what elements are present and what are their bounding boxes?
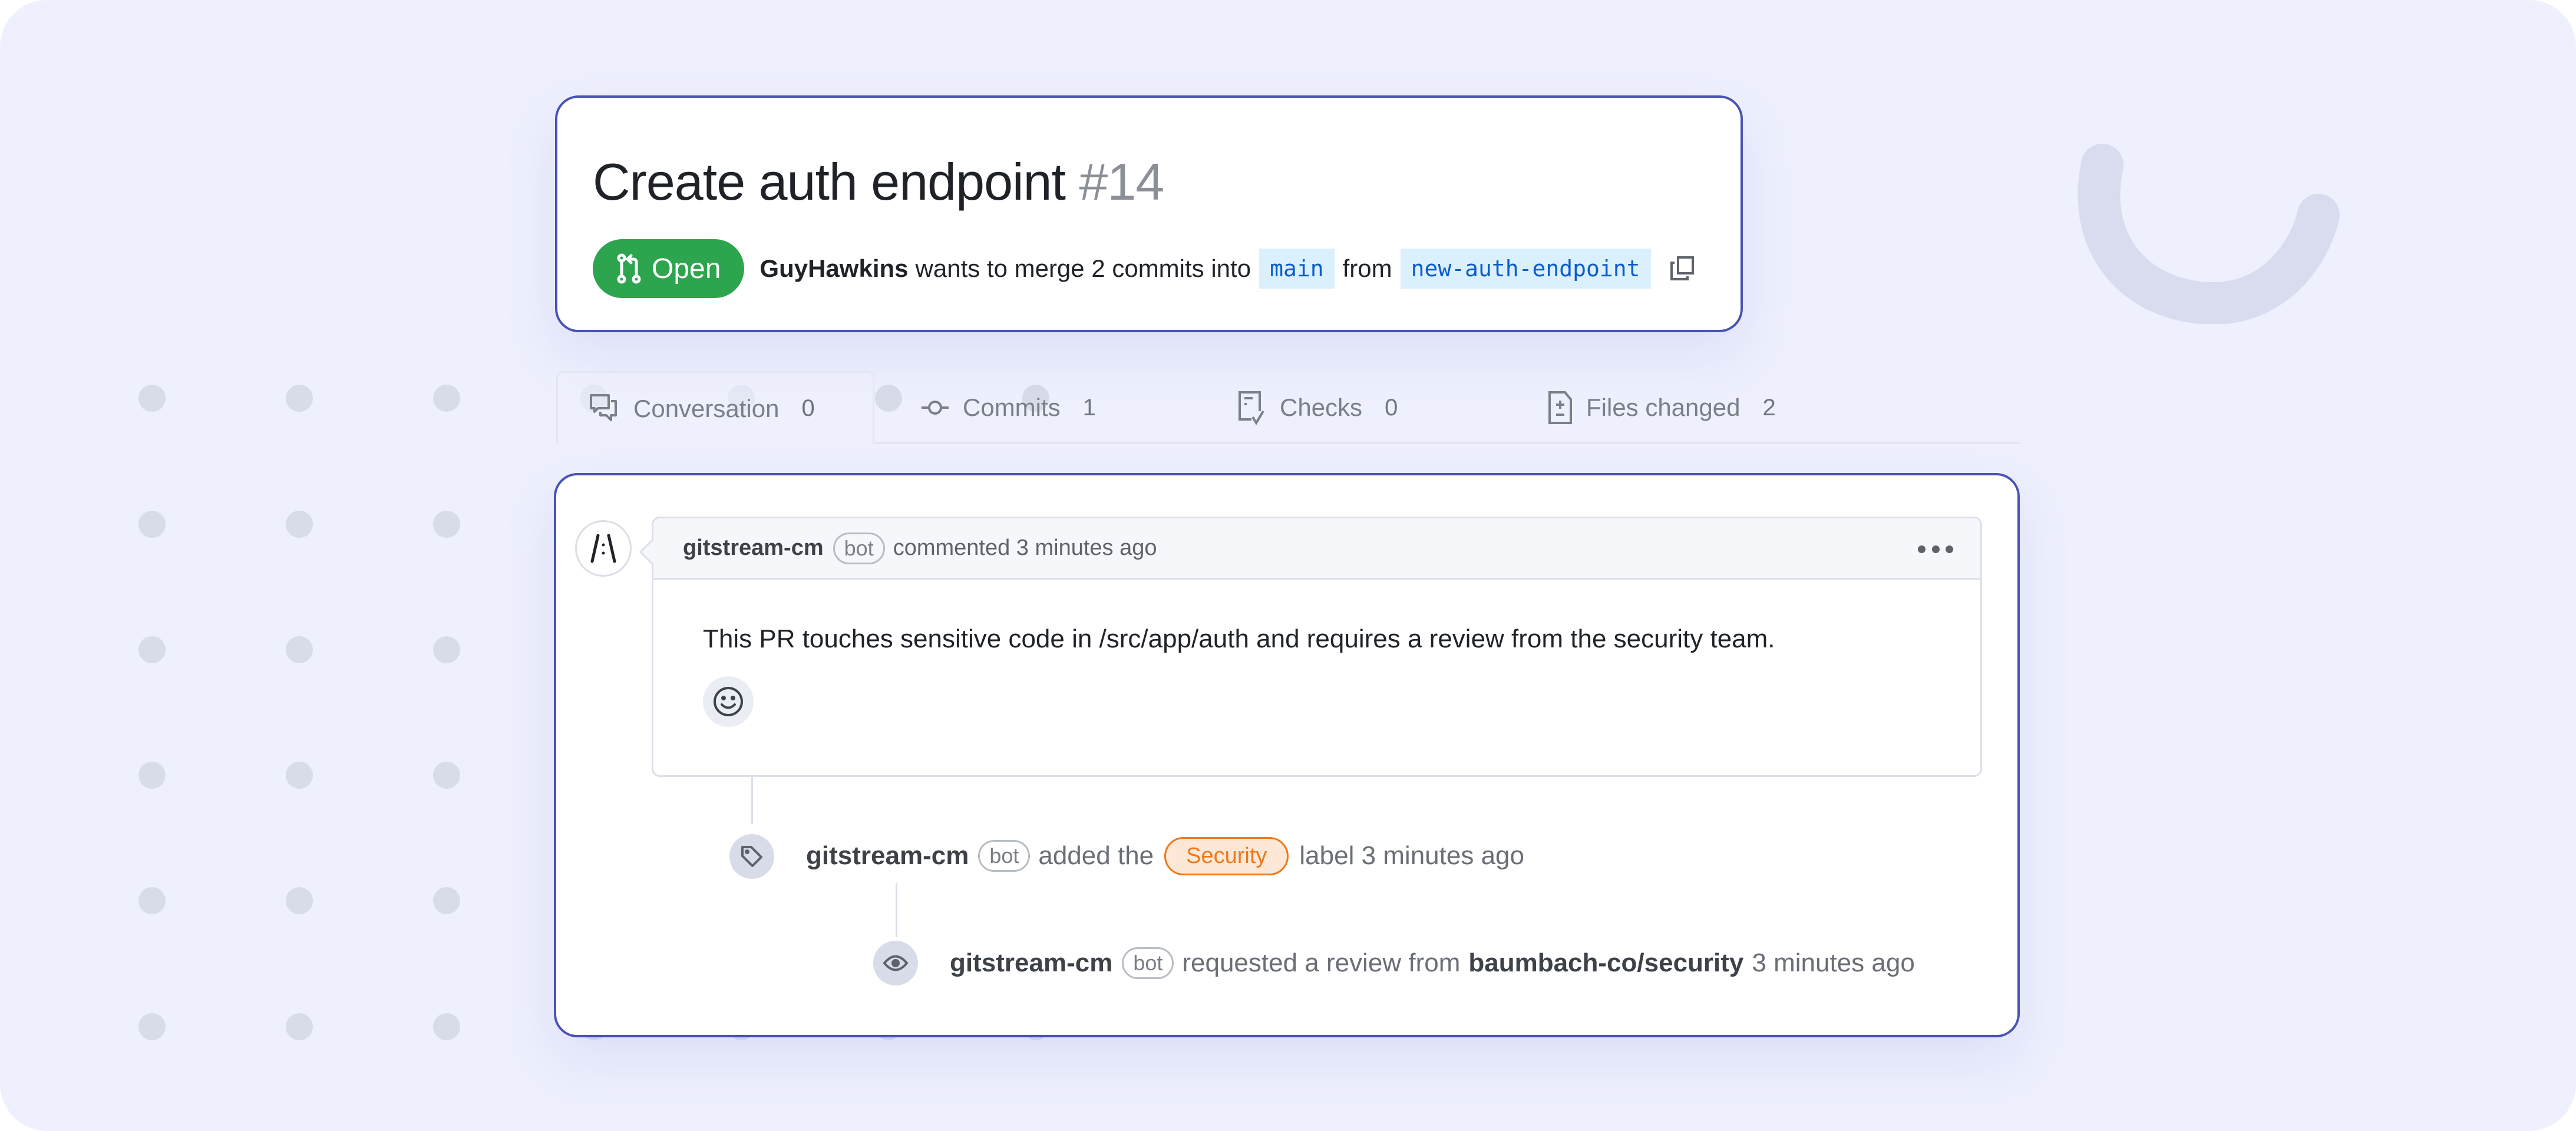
pr-from-text: from	[1342, 254, 1392, 282]
kebab-dot	[1946, 545, 1953, 553]
timeline-event-review: gitstream-cm bot requested a review from…	[950, 940, 1915, 987]
kebab-dot	[1931, 545, 1940, 553]
decorative-dot	[286, 762, 313, 789]
background-canvas: Create auth endpoint #14 Open GuyHawkins…	[0, 0, 2576, 1131]
base-branch[interactable]: main	[1259, 249, 1335, 289]
decorative-dot	[433, 887, 460, 914]
tab-label: Checks	[1280, 393, 1363, 421]
event-suffix: label 3 minutes ago	[1299, 841, 1524, 870]
comment-header: gitstream-cm bot commented 3 minutes ago	[653, 518, 1980, 580]
comment-options-button[interactable]	[1918, 538, 1953, 560]
pr-header-card: Create auth endpoint #14 Open GuyHawkins…	[555, 95, 1743, 332]
decorative-dot	[286, 385, 313, 412]
pr-title: Create auth endpoint #14	[593, 152, 1164, 212]
kebab-dot	[1918, 545, 1926, 553]
pr-title-text: Create auth endpoint	[593, 153, 1066, 211]
tab-files-changed[interactable]: Files changed 2	[1547, 371, 1776, 444]
file-diff-icon	[1548, 391, 1572, 424]
event-author[interactable]: gitstream-cm	[950, 948, 1112, 978]
tab-checks[interactable]: Checks 0	[1237, 371, 1398, 444]
decorative-dot	[433, 511, 460, 538]
decorative-dot	[286, 887, 313, 914]
bot-badge: bot	[1122, 947, 1174, 979]
decorative-dot	[433, 636, 460, 663]
security-label[interactable]: Security	[1164, 836, 1289, 875]
decorative-dot	[286, 636, 313, 663]
decorative-dot	[286, 511, 313, 538]
comment-author[interactable]: gitstream-cm	[683, 535, 824, 561]
comment-timestamp: commented 3 minutes ago	[893, 535, 1157, 560]
tab-conversation[interactable]: Conversation 0	[556, 371, 874, 444]
tab-count: 0	[1385, 394, 1398, 421]
tab-commits[interactable]: Commits 1	[920, 371, 1096, 444]
timeline-label-event-icon	[729, 834, 774, 879]
pr-meta: Open GuyHawkins wants to merge 2 commits…	[593, 239, 1695, 298]
decorative-dot	[433, 1013, 460, 1040]
head-branch[interactable]: new-auth-endpoint	[1400, 249, 1651, 289]
decorative-dot	[433, 762, 460, 789]
pr-state-label: Open	[652, 253, 721, 285]
bot-avatar[interactable]	[575, 520, 632, 577]
pr-author-link[interactable]: GuyHawkins	[759, 254, 908, 283]
conversation-icon	[590, 393, 617, 421]
tab-label: Commits	[963, 393, 1061, 421]
pr-tabs: Conversation 0 Commits 1 Checks 0 Files …	[556, 371, 2020, 444]
timeline-connector	[896, 883, 897, 937]
bot-badge: bot	[833, 532, 885, 564]
pr-number: #14	[1079, 153, 1164, 211]
bot-badge: bot	[978, 840, 1031, 872]
timeline-review-event-icon	[873, 941, 918, 986]
tab-count: 1	[1082, 394, 1096, 421]
decorative-dot	[138, 385, 166, 412]
smiley-icon	[714, 687, 743, 716]
decorative-arc	[2078, 144, 2340, 324]
tab-count: 2	[1762, 394, 1776, 421]
timeline-event-label: gitstream-cm bot added the Security labe…	[806, 832, 1524, 879]
decorative-dot	[138, 636, 166, 663]
pr-state-badge: Open	[593, 239, 745, 298]
eye-icon	[883, 955, 909, 971]
checks-icon	[1239, 391, 1264, 425]
decorative-dot	[138, 511, 166, 538]
gitstream-logo-icon	[590, 534, 616, 563]
decorative-dot	[286, 1013, 313, 1040]
timeline-connector	[751, 777, 753, 824]
tag-icon	[741, 846, 762, 867]
tab-count: 0	[801, 395, 815, 421]
git-pull-request-icon	[617, 253, 641, 284]
comment-body: This PR touches sensitive code in /src/a…	[703, 624, 1775, 653]
pr-merge-text: wants to merge 2 commits into	[915, 254, 1251, 282]
decorative-dot	[138, 887, 166, 914]
event-author[interactable]: gitstream-cm	[806, 841, 969, 871]
tab-label: Files changed	[1586, 393, 1741, 421]
conversation-card: gitstream-cm bot commented 3 minutes ago…	[554, 473, 2020, 1037]
decorative-dot	[433, 385, 460, 412]
add-reaction-button[interactable]	[703, 676, 754, 727]
reviewer-team-link[interactable]: baumbach-co/security	[1468, 948, 1743, 978]
comment-box: gitstream-cm bot commented 3 minutes ago…	[639, 517, 1982, 777]
event-suffix: 3 minutes ago	[1752, 948, 1915, 977]
commit-icon	[922, 401, 949, 415]
copy-icon[interactable]	[1670, 256, 1695, 282]
event-prefix: added the	[1038, 841, 1154, 870]
event-prefix: requested a review from	[1182, 948, 1461, 977]
tab-label: Conversation	[633, 394, 780, 422]
decorative-dot	[138, 762, 166, 789]
decorative-dot	[138, 1013, 166, 1040]
